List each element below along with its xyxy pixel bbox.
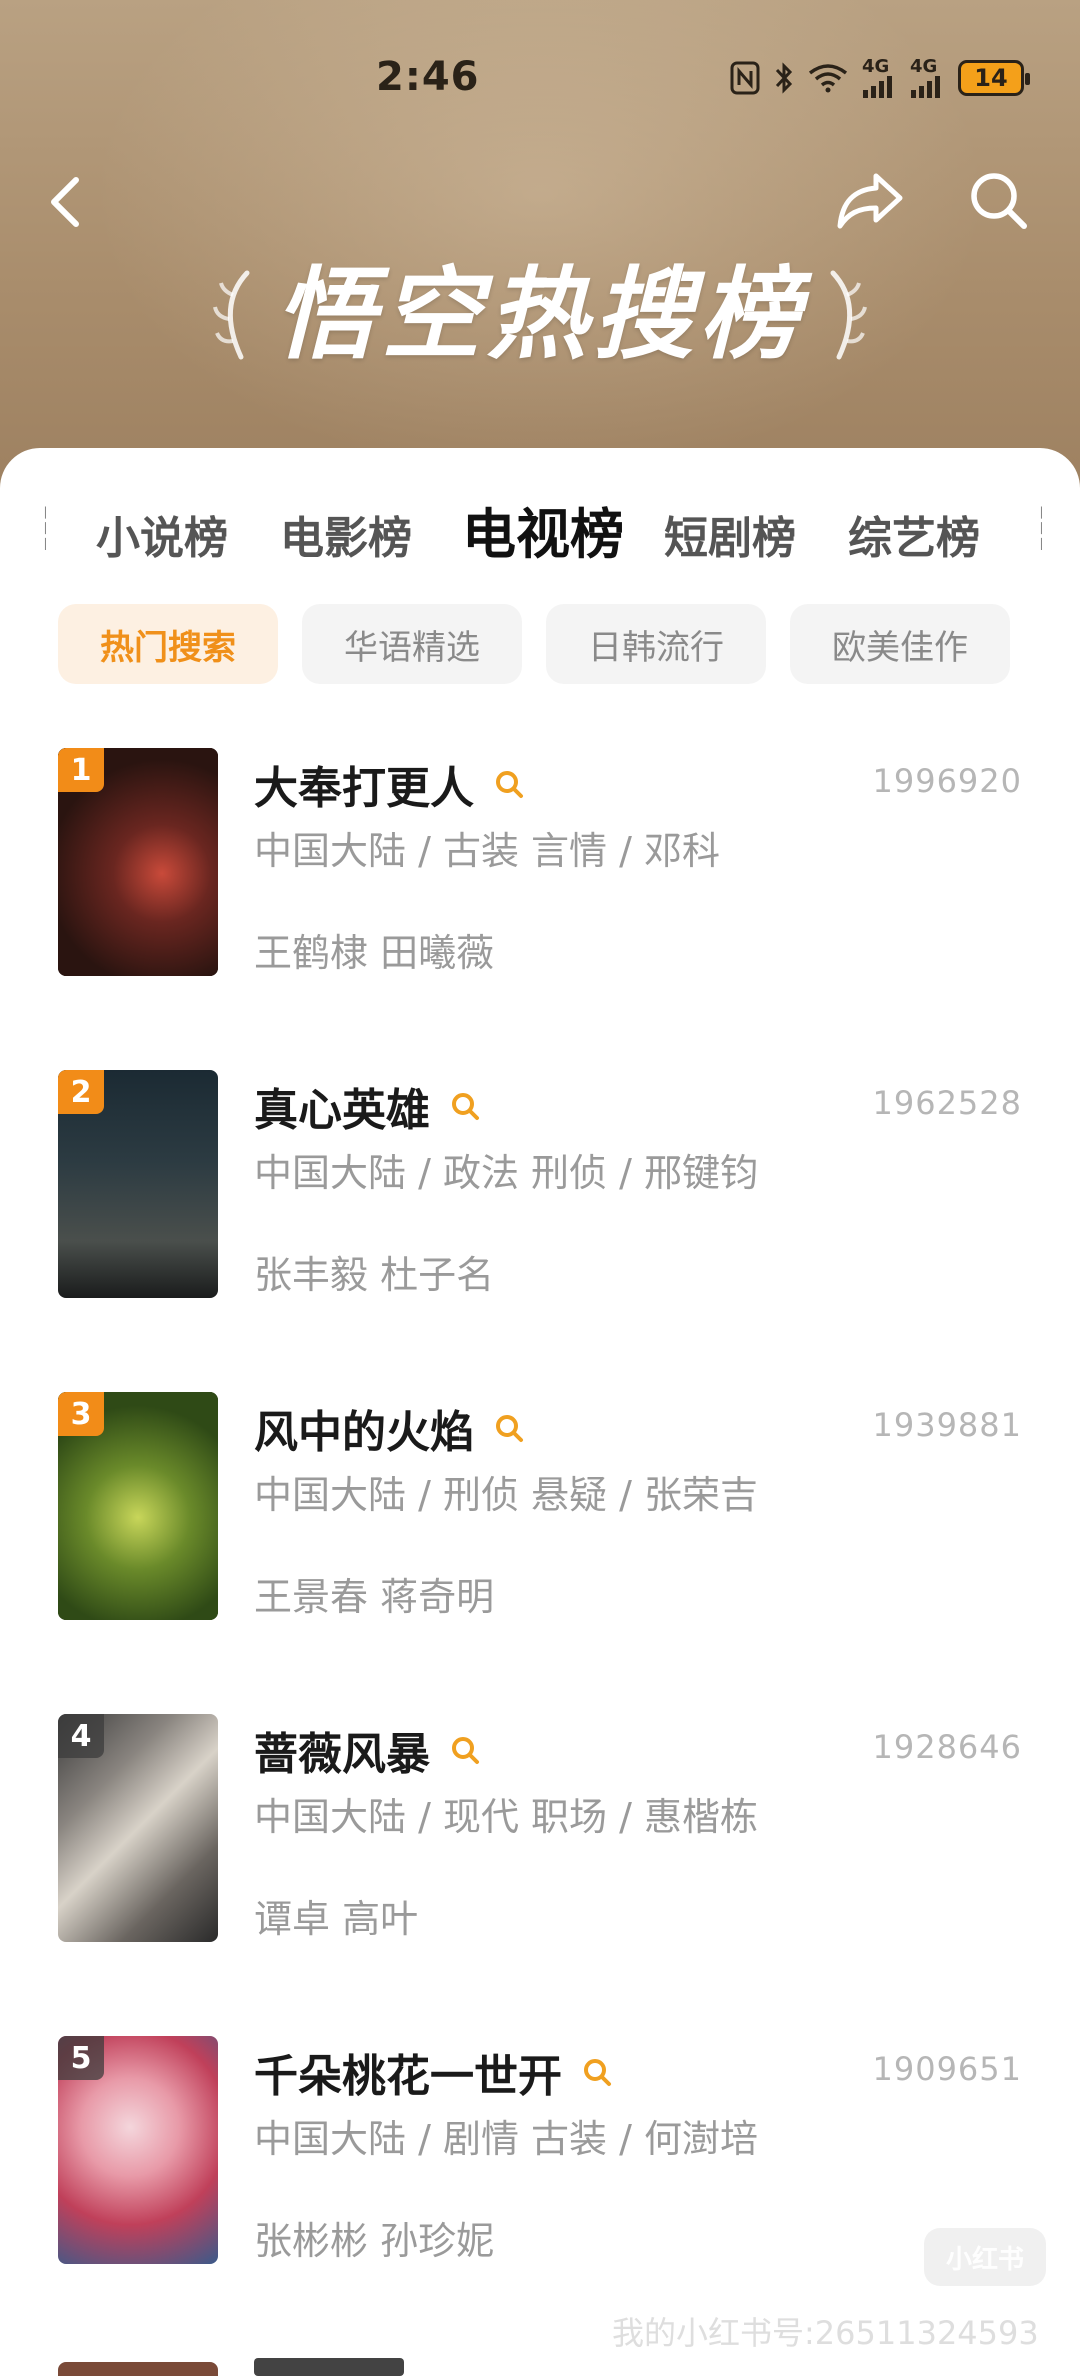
watermark-text: 我的小红书号:26511324593 (612, 2314, 1039, 2352)
wifi-icon (808, 64, 848, 93)
show-title: 千朵桃花一世开 (254, 2051, 562, 2102)
tab-tv[interactable]: 电视榜 (462, 490, 624, 569)
show-meta: 中国大陆 / 刑侦 悬疑 / 张荣吉 (254, 1473, 759, 1517)
show-cast: 张彬彬 孙珍妮 (254, 2219, 495, 2263)
show-title: 真心英雄 (254, 1085, 430, 1136)
list-item[interactable]: 5 千朵桃花一世开 1909651 中国大陆 / 剧情 古装 / 何澍培 张彬彬… (0, 2036, 1080, 2276)
show-title: 蔷薇风暴 (254, 1729, 430, 1780)
next-poster-peek (58, 2362, 218, 2376)
title-row: 风中的火焰 (254, 1396, 526, 1460)
share-icon[interactable] (836, 168, 906, 232)
title-row: 蔷薇风暴 (254, 1718, 482, 1782)
show-meta: 中国大陆 / 古装 言情 / 邓科 (254, 829, 721, 873)
hot-score: 1909651 (872, 2050, 1022, 2088)
hot-score: 1996920 (872, 762, 1022, 800)
show-meta: 中国大陆 / 政法 刑侦 / 邢键钧 (254, 1151, 759, 1195)
search-icon[interactable] (966, 168, 1030, 232)
signal-icon (911, 76, 940, 98)
tab-movie[interactable]: 电影榜 (280, 502, 412, 566)
filter-chips: 热门搜索 华语精选 日韩流行 欧美佳作 (58, 604, 1010, 684)
show-cast: 谭卓 高叶 (254, 1897, 419, 1941)
show-cast: 王鹤棣 田曦薇 (254, 931, 495, 975)
rank-badge: 5 (58, 2036, 104, 2080)
show-cast: 王景春 蒋奇明 (254, 1575, 495, 1619)
tab-short-drama[interactable]: 短剧榜 (664, 502, 796, 566)
bluetooth-icon (775, 62, 793, 94)
signal-2: 4G (910, 58, 944, 98)
content-card: ┇ 小说榜 电影榜 电视榜 短剧榜 综艺榜 ┇ 热门搜索 华语精选 日韩流行 欧… (0, 448, 1080, 2376)
category-tabs: ┇ 小说榜 电影榜 电视榜 短剧榜 综艺榜 ┇ (0, 488, 1080, 568)
show-meta: 中国大陆 / 剧情 古装 / 何澍培 (254, 2117, 759, 2161)
chip-hot-search[interactable]: 热门搜索 (58, 604, 278, 684)
chip-western[interactable]: 欧美佳作 (790, 604, 1010, 684)
hot-score: 1939881 (872, 1406, 1022, 1444)
list-item[interactable]: 1 大奉打更人 1996920 中国大陆 / 古装 言情 / 邓科 王鹤棣 田曦… (0, 748, 1080, 988)
tab-overflow-left: ┇ (36, 506, 46, 552)
hot-score: 1928646 (872, 1728, 1022, 1766)
ranking-banner: 悟空热搜榜 (0, 250, 1080, 380)
chip-jp-kr[interactable]: 日韩流行 (546, 604, 766, 684)
laurel-right-icon (830, 270, 867, 360)
search-icon[interactable] (492, 1411, 526, 1445)
rank-badge: 1 (58, 748, 104, 792)
battery-indicator: 14 (958, 60, 1030, 96)
status-icons: 4G 4G 14 (730, 56, 1030, 100)
search-icon[interactable] (448, 1089, 482, 1123)
list-item[interactable]: 4 蔷薇风暴 1928646 中国大陆 / 现代 职场 / 惠楷栋 谭卓 高叶 (0, 1714, 1080, 1954)
poster-image: 2 (58, 1070, 218, 1298)
rank-badge: 3 (58, 1392, 104, 1436)
next-title-peek (254, 2358, 404, 2376)
status-bar: 2:46 4G 4G 14 (0, 0, 1080, 150)
list-item[interactable]: 2 真心英雄 1962528 中国大陆 / 政法 刑侦 / 邢键钧 张丰毅 杜子… (0, 1070, 1080, 1310)
title-row: 真心英雄 (254, 1074, 482, 1138)
search-icon[interactable] (492, 767, 526, 801)
title-row: 千朵桃花一世开 (254, 2040, 614, 2104)
search-icon[interactable] (448, 1733, 482, 1767)
title-row: 大奉打更人 (254, 752, 526, 816)
header: 2:46 4G 4G 14 悟空热搜榜 (0, 0, 1080, 520)
tab-overflow-right: ┇ (1032, 506, 1042, 552)
show-title: 风中的火焰 (254, 1407, 474, 1458)
rank-badge: 2 (58, 1070, 104, 1114)
chip-chinese-picks[interactable]: 华语精选 (302, 604, 522, 684)
watermark-logo: 小红书 (924, 2228, 1046, 2286)
network-type-2: 4G (910, 56, 938, 77)
signal-1: 4G (862, 58, 896, 98)
status-time: 2:46 (376, 54, 480, 100)
laurel-left-icon (213, 270, 250, 360)
back-arrow-icon[interactable] (46, 174, 86, 230)
poster-image: 1 (58, 748, 218, 976)
show-cast: 张丰毅 杜子名 (254, 1253, 495, 1297)
nfc-icon (730, 61, 760, 95)
tab-novel[interactable]: 小说榜 (96, 502, 228, 566)
page: 2:46 4G 4G 14 悟空热搜榜 小说榜 电影榜 电视榜 短剧榜 综艺榜 … (0, 0, 1080, 2376)
page-title: 悟空热搜榜 (275, 256, 805, 373)
show-title: 大奉打更人 (254, 763, 474, 814)
rank-badge: 4 (58, 1714, 104, 1758)
list-item[interactable]: 3 风中的火焰 1939881 中国大陆 / 刑侦 悬疑 / 张荣吉 王景春 蒋… (0, 1392, 1080, 1632)
search-icon[interactable] (580, 2055, 614, 2089)
signal-icon (863, 76, 892, 98)
network-type-1: 4G (862, 56, 890, 77)
poster-image: 5 (58, 2036, 218, 2264)
poster-image: 4 (58, 1714, 218, 1942)
hot-score: 1962528 (872, 1084, 1022, 1122)
show-meta: 中国大陆 / 现代 职场 / 惠楷栋 (254, 1795, 759, 1839)
tab-variety[interactable]: 综艺榜 (848, 502, 980, 566)
poster-image: 3 (58, 1392, 218, 1620)
